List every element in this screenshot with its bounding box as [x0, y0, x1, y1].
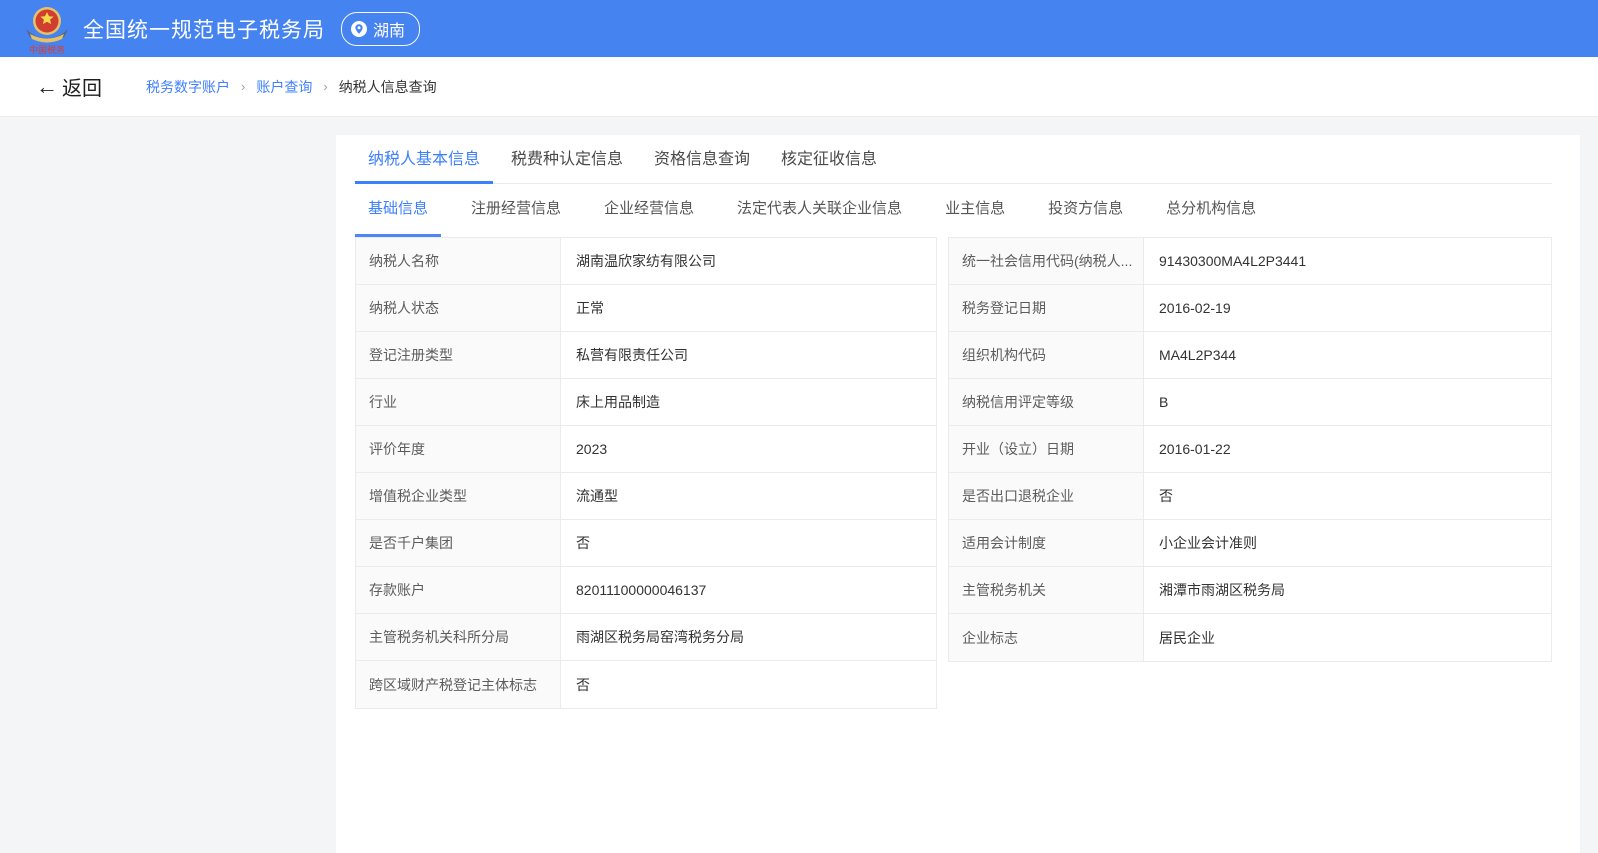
breadcrumb-link[interactable]: 纳税人信息查询	[339, 77, 437, 97]
field-label: 是否出口退税企业	[949, 473, 1144, 519]
field-value: 否	[561, 520, 936, 566]
field-label: 税务登记日期	[949, 285, 1144, 331]
sub-tab[interactable]: 法定代表人关联企业信息	[724, 184, 915, 237]
field-label: 行业	[356, 379, 561, 425]
back-label: 返回	[62, 72, 102, 101]
back-arrow-icon: ←	[36, 76, 58, 98]
sub-tab[interactable]: 业主信息	[932, 184, 1018, 237]
main-area: 纳税人基本信息 税费种认定信息 资格信息查询 核定征收信息 基础信息 注册经营信…	[0, 117, 1598, 853]
field-value: 私营有限责任公司	[561, 332, 936, 378]
field-label: 登记注册类型	[356, 332, 561, 378]
field-value: 否	[1144, 473, 1551, 519]
table-row: 评价年度 2023	[356, 426, 936, 473]
table-row: 存款账户 82011100000046137	[356, 567, 936, 614]
sub-tab[interactable]: 注册经营信息	[458, 184, 574, 237]
breadcrumb-item: 税务数字账户 ›	[146, 77, 256, 97]
table-row: 是否千户集团 否	[356, 520, 936, 567]
field-value: 2016-01-22	[1144, 426, 1551, 472]
field-label: 纳税人状态	[356, 285, 561, 331]
field-label: 开业（设立）日期	[949, 426, 1144, 472]
field-label: 组织机构代码	[949, 332, 1144, 378]
field-value: 否	[561, 661, 936, 708]
field-label: 主管税务机关	[949, 567, 1144, 613]
table-row: 开业（设立）日期 2016-01-22	[949, 426, 1551, 473]
field-value: 2016-02-19	[1144, 285, 1551, 331]
sub-tab[interactable]: 总分机构信息	[1153, 184, 1269, 237]
field-value: 居民企业	[1144, 614, 1551, 661]
table-row: 纳税信用评定等级 B	[949, 379, 1551, 426]
field-value: MA4L2P344	[1144, 332, 1551, 378]
app-header: 中国税务 全国统一规范电子税务局 湖南	[0, 0, 1598, 57]
table-row: 主管税务机关 湘潭市雨湖区税务局	[949, 567, 1551, 614]
national-emblem-icon: 中国税务	[24, 3, 70, 55]
field-value: 流通型	[561, 473, 936, 519]
field-value: 82011100000046137	[561, 567, 936, 613]
field-value: 湘潭市雨湖区税务局	[1144, 567, 1551, 613]
main-tab[interactable]: 核定征收信息	[768, 135, 890, 184]
table-row: 是否出口退税企业 否	[949, 473, 1551, 520]
field-label: 跨区域财产税登记主体标志	[356, 661, 561, 708]
table-row: 增值税企业类型 流通型	[356, 473, 936, 520]
app-title: 全国统一规范电子税务局	[83, 14, 325, 44]
field-label: 纳税人名称	[356, 238, 561, 284]
field-value: 湖南温欣家纺有限公司	[561, 238, 936, 284]
breadcrumb-separator-icon: ›	[323, 79, 327, 94]
table-row: 行业 床上用品制造	[356, 379, 936, 426]
breadcrumb-item: 账户查询 ›	[256, 77, 338, 97]
basic-info-table-left: 纳税人名称 湖南温欣家纺有限公司 纳税人状态 正常 登记注册类型 私营有限责任公…	[355, 237, 937, 709]
breadcrumb-bar: ← 返回 税务数字账户 › 账户查询 › 纳税人信息查询 ›	[0, 57, 1598, 117]
content-card: 纳税人基本信息 税费种认定信息 资格信息查询 核定征收信息 基础信息 注册经营信…	[336, 135, 1580, 853]
field-label: 主管税务机关科所分局	[356, 614, 561, 660]
table-row: 企业标志 居民企业	[949, 614, 1551, 661]
taxpayer-basic-info: 纳税人名称 湖南温欣家纺有限公司 纳税人状态 正常 登记注册类型 私营有限责任公…	[355, 237, 1552, 709]
location-name: 湖南	[373, 17, 405, 41]
main-tab[interactable]: 纳税人基本信息	[355, 135, 493, 184]
table-row: 组织机构代码 MA4L2P344	[949, 332, 1551, 379]
table-row: 纳税人状态 正常	[356, 285, 936, 332]
field-value: 91430300MA4L2P3441	[1144, 238, 1551, 284]
sub-tab[interactable]: 投资方信息	[1035, 184, 1136, 237]
sub-tab[interactable]: 企业经营信息	[591, 184, 707, 237]
breadcrumb-separator-icon: ›	[241, 79, 245, 94]
field-label: 是否千户集团	[356, 520, 561, 566]
field-label: 纳税信用评定等级	[949, 379, 1144, 425]
location-badge[interactable]: 湖南	[341, 12, 420, 46]
field-label: 评价年度	[356, 426, 561, 472]
breadcrumb-item: 纳税人信息查询 ›	[339, 77, 437, 97]
field-value: 床上用品制造	[561, 379, 936, 425]
tax-bureau-logo: 中国税务	[24, 4, 70, 54]
table-row: 主管税务机关科所分局 雨湖区税务局窑湾税务分局	[356, 614, 936, 661]
field-value: 小企业会计准则	[1144, 520, 1551, 566]
field-label: 增值税企业类型	[356, 473, 561, 519]
location-pin-icon	[351, 21, 367, 37]
table-row: 统一社会信用代码(纳税人... 91430300MA4L2P3441	[949, 238, 1551, 285]
basic-info-table-right: 统一社会信用代码(纳税人... 91430300MA4L2P3441 税务登记日…	[948, 237, 1552, 662]
field-label: 适用会计制度	[949, 520, 1144, 566]
main-tab[interactable]: 税费种认定信息	[498, 135, 636, 184]
table-row: 纳税人名称 湖南温欣家纺有限公司	[356, 238, 936, 285]
table-row: 税务登记日期 2016-02-19	[949, 285, 1551, 332]
breadcrumb-link[interactable]: 税务数字账户	[146, 77, 230, 97]
field-label: 存款账户	[356, 567, 561, 613]
field-value: B	[1144, 379, 1551, 425]
svg-text:中国税务: 中国税务	[29, 44, 65, 55]
sub-tabs: 基础信息 注册经营信息 企业经营信息 法定代表人关联企业信息 业主信息 投资方信…	[355, 184, 1552, 237]
main-tab[interactable]: 资格信息查询	[641, 135, 763, 184]
table-row: 登记注册类型 私营有限责任公司	[356, 332, 936, 379]
table-row: 适用会计制度 小企业会计准则	[949, 520, 1551, 567]
table-row: 跨区域财产税登记主体标志 否	[356, 661, 936, 708]
sub-tab[interactable]: 基础信息	[355, 184, 441, 237]
field-label: 统一社会信用代码(纳税人...	[949, 238, 1144, 284]
field-value: 2023	[561, 426, 936, 472]
field-value: 雨湖区税务局窑湾税务分局	[561, 614, 936, 660]
field-label: 企业标志	[949, 614, 1144, 661]
back-button[interactable]: ← 返回	[36, 72, 102, 101]
main-tabs: 纳税人基本信息 税费种认定信息 资格信息查询 核定征收信息	[355, 135, 1552, 184]
field-value: 正常	[561, 285, 936, 331]
breadcrumb: 税务数字账户 › 账户查询 › 纳税人信息查询 ›	[146, 77, 437, 97]
breadcrumb-link[interactable]: 账户查询	[256, 77, 312, 97]
